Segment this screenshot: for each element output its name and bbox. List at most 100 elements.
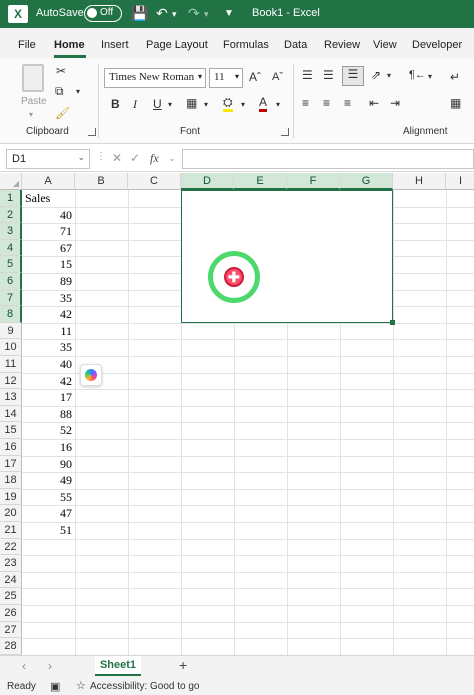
insert-function-icon[interactable]: fx: [150, 151, 159, 166]
rtl-dropdown-icon[interactable]: ▾: [428, 72, 432, 81]
underline-button[interactable]: U: [153, 97, 162, 111]
paste-label[interactable]: Paste: [21, 96, 47, 107]
column-header-d[interactable]: D: [181, 173, 234, 190]
next-sheet-icon[interactable]: ›: [48, 659, 52, 673]
row-header[interactable]: 11: [0, 356, 22, 373]
cell-value[interactable]: 67: [23, 240, 74, 257]
column-header-a[interactable]: A: [22, 173, 75, 190]
row-header[interactable]: 15: [0, 422, 22, 439]
row-header[interactable]: 9: [0, 322, 22, 340]
decrease-indent-icon[interactable]: ⇤: [369, 96, 379, 110]
autosave-toggle[interactable]: Off: [84, 5, 122, 22]
font-launcher-icon[interactable]: [281, 128, 289, 136]
row-header[interactable]: 6: [0, 273, 22, 290]
font-name-box[interactable]: Times New Roman ▾: [104, 68, 206, 88]
orientation-icon[interactable]: ⇗: [371, 68, 381, 82]
row-header[interactable]: 2: [0, 206, 22, 224]
row-header[interactable]: 7: [0, 289, 22, 307]
name-box[interactable]: D1 ⌄: [6, 149, 90, 169]
tab-page-layout[interactable]: Page Layout: [146, 39, 208, 51]
font-color-dropdown-icon[interactable]: ▾: [276, 100, 280, 109]
chart-placeholder[interactable]: [181, 190, 393, 323]
row-header[interactable]: 16: [0, 439, 22, 456]
font-color-icon[interactable]: A: [259, 95, 268, 112]
confirm-entry-icon[interactable]: ✓: [130, 151, 140, 165]
rtl-icon[interactable]: ¶←: [409, 69, 426, 81]
select-all-corner[interactable]: ◢: [0, 173, 22, 190]
font-size-box[interactable]: 11 ▾: [209, 68, 243, 88]
increase-font-icon[interactable]: Aˆ: [249, 70, 261, 84]
row-header[interactable]: 27: [0, 621, 22, 639]
cut-icon[interactable]: ✂: [56, 64, 66, 78]
clipboard-launcher-icon[interactable]: [88, 128, 96, 136]
tab-developer[interactable]: Developer: [412, 39, 462, 51]
save-icon[interactable]: 💾: [131, 5, 148, 22]
cell-value[interactable]: 47: [23, 505, 74, 522]
row-header[interactable]: 23: [0, 555, 22, 572]
align-bottom-icon[interactable]: ☰: [342, 66, 364, 86]
cell-value[interactable]: 42: [23, 373, 74, 390]
resize-handle[interactable]: [390, 320, 395, 325]
cell-value[interactable]: 52: [23, 422, 74, 439]
accessibility-icon[interactable]: ☆: [76, 679, 86, 692]
row-header[interactable]: 14: [0, 405, 22, 423]
cell-value[interactable]: 35: [23, 290, 74, 307]
cell-value[interactable]: 71: [23, 223, 74, 240]
align-left-icon[interactable]: ≡: [302, 96, 309, 110]
paste-icon[interactable]: [22, 64, 44, 92]
row-header[interactable]: 21: [0, 522, 22, 539]
column-header-e[interactable]: E: [234, 173, 287, 190]
name-box-dropdown-icon[interactable]: ⌄: [77, 152, 85, 163]
formula-input[interactable]: [182, 149, 474, 169]
decrease-font-icon[interactable]: Aˇ: [272, 71, 283, 83]
cell-value[interactable]: 40: [23, 207, 74, 224]
row-header[interactable]: 24: [0, 571, 22, 589]
copilot-icon[interactable]: [80, 364, 102, 386]
cell-value[interactable]: 90: [23, 456, 74, 473]
column-header-f[interactable]: F: [287, 173, 340, 190]
column-header-i[interactable]: I: [446, 173, 474, 190]
macro-recording-icon[interactable]: ▣: [50, 680, 60, 693]
prev-sheet-icon[interactable]: ‹: [22, 659, 26, 673]
sheet-tab-sheet1[interactable]: Sheet1: [95, 656, 141, 676]
row-header[interactable]: 8: [0, 306, 22, 323]
row-header[interactable]: 17: [0, 455, 22, 473]
row-header[interactable]: 12: [0, 372, 22, 390]
align-middle-icon[interactable]: ☰: [323, 68, 334, 82]
format-painter-icon[interactable]: 🖌: [55, 106, 70, 120]
row-header[interactable]: 20: [0, 505, 22, 522]
cell-value[interactable]: 49: [23, 472, 74, 489]
align-center-icon[interactable]: ≡: [323, 96, 330, 110]
increase-indent-icon[interactable]: ⇥: [390, 96, 400, 110]
function-dropdown-icon[interactable]: ⌄: [168, 153, 176, 164]
row-header[interactable]: 18: [0, 472, 22, 489]
tab-file[interactable]: File: [18, 39, 36, 51]
wrap-text-icon[interactable]: ↵: [450, 70, 460, 84]
column-header-g[interactable]: G: [340, 173, 393, 190]
accessibility-status[interactable]: Accessibility: Good to go: [90, 681, 200, 692]
cell-value[interactable]: 88: [23, 406, 74, 423]
row-header[interactable]: 13: [0, 389, 22, 406]
tab-home[interactable]: Home: [54, 39, 85, 51]
cell-value[interactable]: 89: [23, 273, 74, 290]
formula-bar-handle-icon[interactable]: ⋮: [96, 151, 106, 162]
tab-insert[interactable]: Insert: [101, 39, 129, 51]
cancel-entry-icon[interactable]: ✕: [112, 151, 122, 165]
tab-data[interactable]: Data: [284, 39, 307, 51]
cell-value[interactable]: 17: [23, 389, 74, 406]
borders-icon[interactable]: ▦: [186, 96, 197, 110]
cell-value[interactable]: 55: [23, 489, 74, 506]
add-sheet-button[interactable]: +: [179, 657, 187, 673]
copy-dropdown-icon[interactable]: ▾: [76, 87, 80, 96]
tab-view[interactable]: View: [373, 39, 397, 51]
paste-dropdown-icon[interactable]: ▾: [29, 110, 33, 119]
bold-button[interactable]: B: [111, 97, 120, 111]
column-header-b[interactable]: B: [75, 173, 128, 190]
cell-value[interactable]: 16: [23, 439, 74, 456]
row-header[interactable]: 1: [0, 190, 22, 207]
row-header[interactable]: 28: [0, 638, 22, 655]
font-name-dropdown-icon[interactable]: ▾: [198, 72, 202, 81]
customize-toolbar-icon[interactable]: ▼: [224, 8, 234, 19]
orientation-dropdown-icon[interactable]: ▾: [387, 71, 391, 80]
undo-dropdown-icon[interactable]: ▾: [172, 9, 177, 20]
